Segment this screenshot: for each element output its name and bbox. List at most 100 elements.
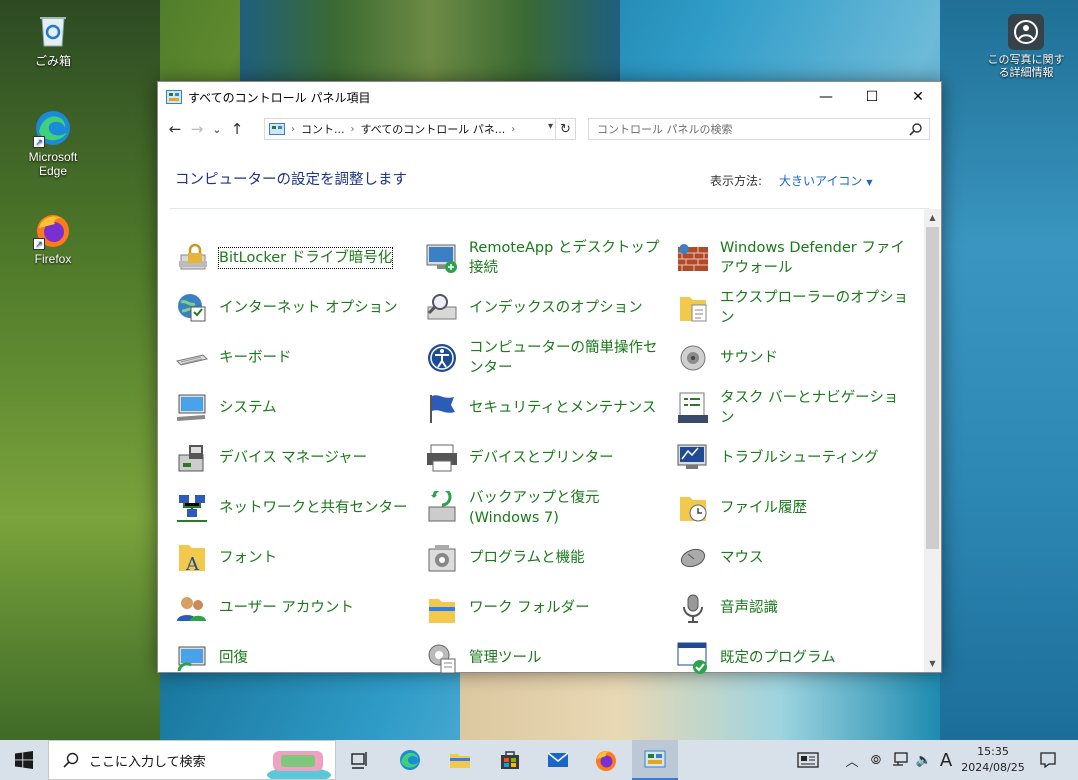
chevron-up-icon: ︿: [845, 754, 859, 770]
speaker-icon: 🔈: [915, 752, 933, 768]
recent-locations-button[interactable]: ⌄: [208, 117, 226, 141]
taskbar-search-box[interactable]: ここに入力して検索: [48, 740, 336, 780]
troubleshoot-icon: [676, 441, 710, 475]
close-button[interactable]: ✕: [895, 82, 941, 112]
taskbar-edge[interactable]: [387, 740, 433, 780]
control-panel-item[interactable]: RemoteApp とデスクトップ接続: [425, 236, 660, 280]
start-button[interactable]: [0, 740, 48, 780]
desktop-icon-photo-info[interactable]: この写真に関する詳細情報: [983, 12, 1069, 80]
control-panel-item[interactable]: マウス: [676, 536, 911, 580]
chevron-right-icon: ›: [291, 123, 295, 135]
search-highlight-icon: [267, 751, 331, 779]
maximize-button[interactable]: ☐: [849, 82, 895, 112]
control-panel-item[interactable]: A フォント: [175, 536, 410, 580]
control-panel-item[interactable]: デバイス マネージャー: [175, 436, 410, 480]
taskbar-icon: [676, 391, 710, 425]
control-panel-item[interactable]: Windows Defender ファイアウォール: [676, 236, 911, 280]
scroll-down-arrow[interactable]: ▼: [924, 655, 941, 672]
scroll-up-arrow[interactable]: ▲: [924, 209, 941, 226]
tray-meet-now[interactable]: ⦾: [866, 740, 886, 780]
tray-network[interactable]: [888, 740, 912, 780]
control-panel-item[interactable]: トラブルシューティング: [676, 436, 911, 480]
title-bar[interactable]: すべてのコントロール パネル項目 — ☐ ✕: [158, 82, 941, 112]
control-panel-item[interactable]: 回復: [175, 636, 410, 680]
control-panel-item[interactable]: コンピューターの簡単操作センター: [425, 336, 660, 380]
control-panel-item[interactable]: インデックスのオプション: [425, 286, 660, 330]
caret-down-icon: ▼: [866, 178, 873, 187]
control-panel-item-label: マウス: [720, 550, 764, 566]
back-button[interactable]: ←: [164, 117, 186, 141]
control-panel-item[interactable]: BitLocker ドライブ暗号化: [175, 236, 410, 280]
navigation-bar: ← → ⌄ ↑ › コント... › すべてのコントロール パネ... › ▾ …: [158, 112, 941, 146]
control-panel-item[interactable]: キーボード: [175, 336, 410, 380]
taskbar-firefox[interactable]: [583, 740, 629, 780]
svg-text:A: A: [185, 554, 200, 575]
backup-icon: [425, 487, 459, 525]
desktop-icon-edge[interactable]: ↗ Microsoft Edge: [13, 108, 93, 178]
control-panel-item[interactable]: 既定のプログラム: [676, 636, 911, 680]
fonts-icon: A: [175, 541, 209, 575]
clock[interactable]: 15:35 2024/08/25: [958, 744, 1028, 776]
desktop-icon-recycle-bin[interactable]: ごみ箱: [13, 10, 93, 69]
photo-info-icon: [1008, 14, 1044, 50]
control-panel-item[interactable]: バックアップと復元 (Windows 7): [425, 486, 660, 530]
minimize-button[interactable]: —: [803, 82, 849, 112]
indexing-icon: [425, 291, 459, 325]
device-manager-icon: [175, 441, 209, 475]
task-view-button[interactable]: [337, 740, 383, 780]
view-by-dropdown[interactable]: 大きいアイコン ▼: [779, 172, 873, 189]
ime-indicator[interactable]: A: [936, 740, 956, 780]
divider: [170, 208, 929, 209]
network-icon: [893, 752, 908, 766]
vertical-scrollbar[interactable]: ▲ ▼: [924, 209, 941, 672]
taskbar-file-explorer[interactable]: [437, 740, 483, 780]
control-panel-item[interactable]: プログラムと機能: [425, 536, 660, 580]
view-by-value: 大きいアイコン: [779, 174, 863, 188]
control-panel-item[interactable]: セキュリティとメンテナンス: [425, 386, 660, 430]
taskbar-store[interactable]: [487, 740, 533, 780]
address-bar[interactable]: › コント... › すべてのコントロール パネ... › ▾ ↻: [264, 118, 576, 140]
control-panel-item[interactable]: 音声認識: [676, 586, 911, 630]
breadcrumb-item[interactable]: コント...: [301, 121, 345, 137]
search-input[interactable]: コントロール パネルの検索: [588, 118, 930, 140]
taskbar-search-placeholder: ここに入力して検索: [89, 754, 206, 770]
control-panel-icon: [166, 90, 182, 104]
control-panel-item[interactable]: インターネット オプション: [175, 286, 410, 330]
meet-icon: ⦾: [870, 752, 882, 768]
work-folders-icon: [425, 591, 459, 625]
control-panel-item[interactable]: ワーク フォルダー: [425, 586, 660, 630]
control-panel-item[interactable]: 管理ツール: [425, 636, 660, 680]
desktop-icon-label: この写真に関する詳細情報: [987, 54, 1065, 79]
control-panel-item[interactable]: サウンド: [676, 336, 911, 380]
tray-volume[interactable]: 🔈: [912, 740, 936, 780]
internet-options-icon: [175, 291, 209, 325]
notification-center-button[interactable]: [1034, 740, 1062, 780]
breadcrumb-item[interactable]: すべてのコントロール パネ...: [361, 121, 506, 137]
microphone-icon: [676, 591, 710, 625]
refresh-button[interactable]: ↻: [555, 119, 575, 139]
taskbar-mail[interactable]: [535, 740, 581, 780]
control-panel-item[interactable]: デバイスとプリンター: [425, 436, 660, 480]
taskbar-control-panel[interactable]: [632, 740, 678, 780]
store-icon: [501, 751, 519, 769]
control-panel-item[interactable]: エクスプローラーのオプション: [676, 286, 911, 330]
control-panel-item-label: システム: [219, 400, 277, 416]
show-hidden-icons-button[interactable]: ︿: [842, 740, 862, 780]
up-button[interactable]: ↑: [226, 117, 248, 141]
shortcut-arrow-icon: ↗: [33, 136, 45, 148]
search-icon: [909, 123, 922, 136]
desktop-icon-firefox[interactable]: ↗ Firefox: [13, 210, 93, 266]
control-panel-item[interactable]: タスク バーとナビゲーション: [676, 386, 911, 430]
default-programs-icon: [676, 641, 710, 675]
control-panel-item[interactable]: ユーザー アカウント: [175, 586, 410, 630]
control-panel-item[interactable]: システム: [175, 386, 410, 430]
forward-button[interactable]: →: [186, 117, 208, 141]
news-widget-button[interactable]: [790, 740, 826, 780]
control-panel-item[interactable]: ネットワークと共有センター: [175, 486, 410, 530]
control-panel-item[interactable]: ファイル履歴: [676, 486, 911, 530]
control-panel-item-label: キーボード: [219, 350, 292, 366]
control-panel-item-label: プログラムと機能: [469, 550, 585, 566]
scroll-thumb[interactable]: [926, 227, 939, 549]
ease-of-access-icon: [425, 341, 459, 375]
chevron-down-icon[interactable]: ▾: [548, 121, 553, 132]
